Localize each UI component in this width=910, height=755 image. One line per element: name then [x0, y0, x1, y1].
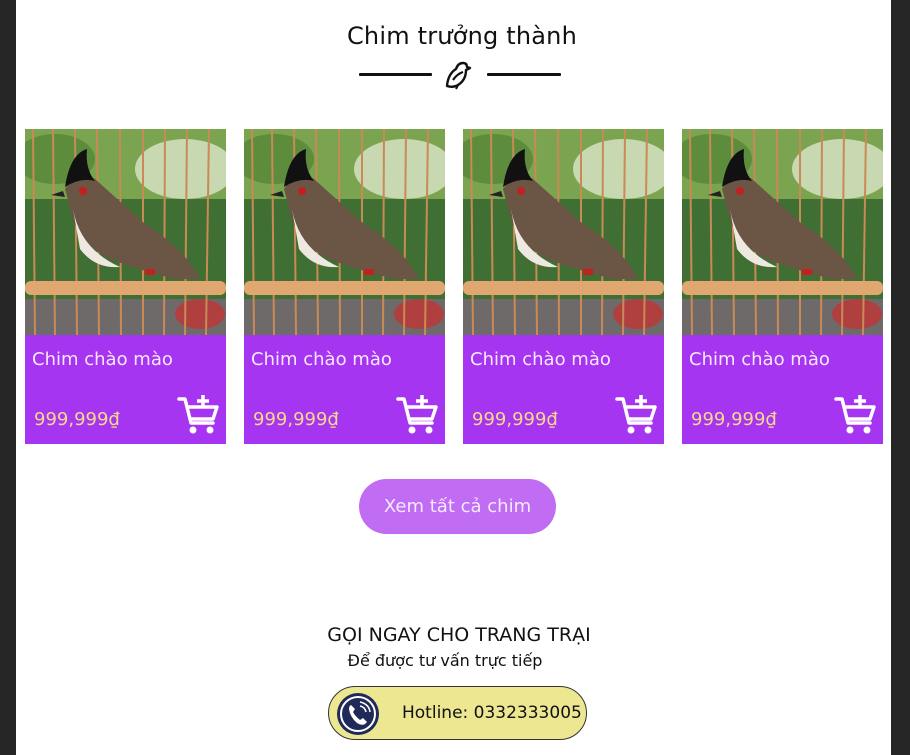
- product-image[interactable]: [244, 129, 445, 335]
- product-price: 999,999₫: [472, 409, 558, 430]
- phone-icon: [337, 693, 379, 735]
- product-info: Chim chào mào 999,999₫: [682, 335, 883, 444]
- product-card[interactable]: Chim chào mào 999,999₫: [682, 129, 883, 444]
- add-to-cart-icon[interactable]: [615, 393, 657, 435]
- product-name[interactable]: Chim chào mào: [251, 349, 392, 370]
- product-info: Chim chào mào 999,999₫: [25, 335, 226, 444]
- product-info: Chim chào mào 999,999₫: [463, 335, 664, 444]
- bird-icon: [445, 61, 472, 90]
- contact-title: GỌI NGAY CHO TRANG TRẠI: [327, 624, 591, 646]
- product-name[interactable]: Chim chào mào: [470, 349, 611, 370]
- add-to-cart-icon[interactable]: [177, 393, 219, 435]
- page-content: Chim trưởng thành Chim chào mào 999,999₫…: [16, 0, 891, 755]
- product-name[interactable]: Chim chào mào: [32, 349, 173, 370]
- product-price: 999,999₫: [691, 409, 777, 430]
- hotline-button[interactable]: Hotline: 0332333005: [328, 686, 587, 740]
- product-price: 999,999₫: [34, 409, 120, 430]
- product-card[interactable]: Chim chào mào 999,999₫: [25, 129, 226, 444]
- product-card[interactable]: Chim chào mào 999,999₫: [463, 129, 664, 444]
- product-info: Chim chào mào 999,999₫: [244, 335, 445, 444]
- product-name[interactable]: Chim chào mào: [689, 349, 830, 370]
- view-all-birds-button[interactable]: Xem tất cả chim: [359, 479, 556, 534]
- title-divider-left: [359, 73, 432, 76]
- title-divider-right: [487, 73, 561, 76]
- add-to-cart-icon[interactable]: [834, 393, 876, 435]
- hotline-text[interactable]: Hotline: 0332333005: [402, 703, 582, 723]
- add-to-cart-icon[interactable]: [396, 393, 438, 435]
- section-title: Chim trưởng thành: [346, 22, 578, 50]
- product-image[interactable]: [463, 129, 664, 335]
- product-price: 999,999₫: [253, 409, 339, 430]
- product-image[interactable]: [682, 129, 883, 335]
- product-card[interactable]: Chim chào mào 999,999₫: [244, 129, 445, 444]
- contact-subtitle: Để được tư vấn trực tiếp: [347, 651, 543, 670]
- product-image[interactable]: [25, 129, 226, 335]
